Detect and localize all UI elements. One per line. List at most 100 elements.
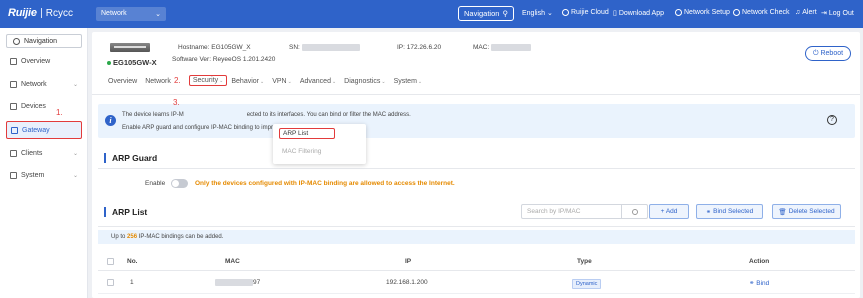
sidebar-item-system[interactable]: System ⌄: [6, 168, 82, 182]
arp-guard-warning: Only the devices configured with IP-MAC …: [195, 180, 455, 187]
logo: Ruijie Rcycc: [8, 7, 73, 19]
logout-link[interactable]: ⇥ Log Out: [821, 9, 854, 18]
alert-link[interactable]: ♫ Alert: [795, 9, 817, 16]
arp-guard-title: ARP Guard: [104, 153, 157, 163]
network-check-link[interactable]: Network Check: [733, 9, 789, 16]
bell-icon: ♫: [795, 9, 801, 16]
column-no: No.: [127, 258, 138, 265]
tab-overview[interactable]: Overview: [104, 78, 141, 86]
device-image: [110, 43, 150, 52]
search-icon: [13, 37, 20, 45]
chevron-down-icon: ⌄: [381, 79, 386, 85]
select-all-checkbox[interactable]: [107, 258, 114, 265]
logout-icon: ⇥: [821, 10, 827, 17]
section-divider: [98, 226, 855, 227]
ruijie-cloud-label: Ruijie Cloud: [571, 9, 609, 16]
step-3-marker: 3.: [173, 98, 180, 107]
step-1-marker: 1.: [56, 108, 63, 117]
device-model-label: EG105GW-X: [113, 58, 157, 67]
help-icon[interactable]: ?: [827, 115, 837, 125]
ruijie-cloud-link[interactable]: Ruijie Cloud: [562, 9, 609, 16]
reboot-label: Reboot: [820, 50, 844, 57]
network-select[interactable]: Network ⌄: [96, 7, 166, 21]
arp-list-title: ARP List: [104, 207, 147, 217]
chevron-down-icon: ⌄: [287, 79, 292, 85]
software-info: Software Ver: ReyeeOS 1.201.2420: [172, 56, 275, 63]
menu-item-arp-list[interactable]: ARP List: [279, 128, 335, 139]
tab-behavior[interactable]: Behavior⌄: [227, 78, 268, 86]
sidebar-navigation-label: Navigation: [24, 37, 58, 45]
tab-label: Overview: [108, 78, 138, 85]
tab-system[interactable]: System⌄: [390, 78, 427, 86]
chevron-down-icon: ⌄: [72, 172, 78, 179]
arp-guard-toggle[interactable]: [171, 179, 188, 188]
network-setup-link[interactable]: Network Setup: [675, 9, 730, 16]
column-ip: IP: [405, 258, 412, 265]
search-button[interactable]: [621, 205, 647, 218]
tab-label: Diagnostics: [344, 78, 381, 85]
mac-label: MAC:: [473, 44, 490, 52]
sidebar-item-clients[interactable]: Clients ⌄: [6, 146, 82, 160]
banner-line-1b: ected to its interfaces. You can bind or…: [246, 112, 411, 118]
banner-line-1a: The device learns IP-M: [122, 112, 184, 118]
sidebar-navigation-button[interactable]: Navigation: [6, 34, 82, 48]
menu-item-mac-filtering[interactable]: MAC Filtering: [279, 147, 324, 156]
bind-action-link[interactable]: ⚭ Bind: [749, 279, 769, 287]
column-type: Type: [577, 258, 592, 265]
tab-vpn[interactable]: VPN⌄: [268, 78, 296, 86]
tab-label: Advanced: [299, 78, 331, 85]
chevron-down-icon: ⌄: [219, 78, 224, 84]
chevron-down-icon: ⌄: [260, 79, 265, 85]
row-checkbox[interactable]: [107, 279, 114, 286]
software-value: ReyeeOS 1.201.2420: [212, 56, 276, 63]
sn-value-redacted: [301, 44, 360, 51]
info-icon: i: [105, 115, 116, 126]
ip-info: IP: 172.26.6.20: [397, 44, 441, 51]
ip-label: IP:: [397, 44, 405, 51]
row-ip: 192.168.1.200: [386, 279, 428, 286]
language-label: English: [522, 9, 545, 17]
tab-advanced[interactable]: Advanced⌄: [296, 78, 340, 86]
ip-value: 172.26.6.20: [406, 44, 442, 51]
tab-label: Network: [145, 78, 171, 85]
sidebar-item-label: System: [21, 171, 45, 179]
tab-diagnostics[interactable]: Diagnostics⌄: [340, 78, 389, 86]
dashboard-icon: [10, 57, 17, 65]
sidebar-item-devices[interactable]: Devices: [6, 99, 82, 113]
network-select-value: Network: [101, 10, 127, 17]
sidebar-item-label: Devices: [21, 102, 46, 110]
limit-prefix: Up to: [111, 234, 126, 240]
add-button-label: + Add: [660, 208, 678, 215]
system-icon: [10, 171, 17, 179]
top-bar: Ruijie Rcycc Network ⌄ Navigation ⚲ Engl…: [0, 0, 863, 28]
download-app-link[interactable]: ▯ Download App: [613, 9, 664, 18]
gateway-icon: [11, 126, 18, 134]
sidebar-item-overview[interactable]: Overview: [6, 54, 82, 68]
reboot-button[interactable]: ⏻ Reboot: [805, 46, 851, 61]
sn-label: SN:: [289, 44, 300, 52]
tab-label: System: [393, 78, 417, 85]
sidebar-item-network[interactable]: Network ⌄: [6, 77, 82, 91]
limit-notice: Up to 256 IP-MAC bindings can be added.: [98, 230, 855, 244]
search-input[interactable]: Search by IP/MAC: [521, 204, 648, 219]
tab-label: Security: [192, 77, 219, 84]
cloud-icon: [562, 9, 569, 16]
clients-icon: [10, 149, 17, 157]
add-button[interactable]: + Add: [649, 204, 689, 219]
bind-selected-button[interactable]: ⚭ Bind Selected: [696, 204, 763, 219]
navigation-button[interactable]: Navigation ⚲: [458, 6, 514, 21]
phone-icon: ▯: [613, 10, 617, 17]
sidebar-item-gateway[interactable]: Gateway: [6, 121, 82, 139]
search-icon: ⚲: [502, 9, 508, 18]
power-icon: ⏻: [812, 49, 819, 57]
delete-selected-button[interactable]: 🗑 Delete Selected: [772, 204, 841, 219]
tab-security[interactable]: Security⌄: [188, 75, 228, 86]
chevron-down-icon: ⌄: [417, 79, 423, 85]
tab-bar: Overview Network Security⌄ Behavior⌄ VPN…: [104, 75, 427, 86]
chevron-down-icon: ⌄: [331, 79, 337, 85]
mac-info: MAC:: [473, 44, 532, 52]
section-divider: [98, 168, 855, 169]
logo-rcycc: Rcycc: [45, 7, 73, 19]
tab-network[interactable]: Network: [141, 78, 175, 86]
language-select[interactable]: English ⌄: [522, 9, 553, 18]
